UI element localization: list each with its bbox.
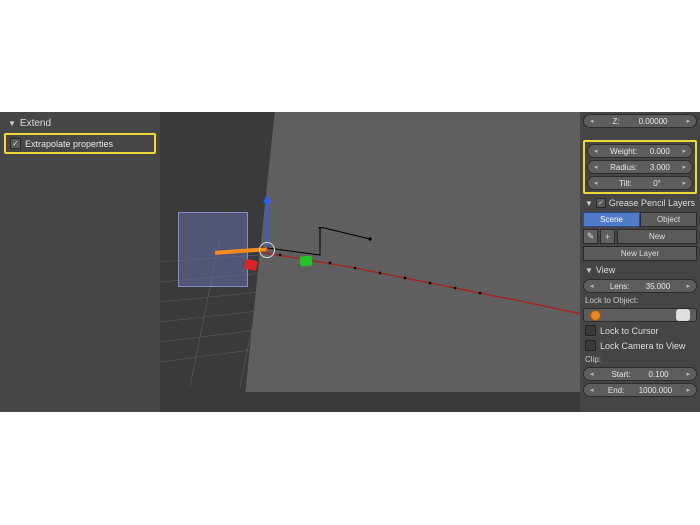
z-value: 0.00000 [639, 117, 668, 126]
lock-to-cursor-row[interactable]: Lock to Cursor [583, 324, 697, 337]
app-window: ▼ Extend ✓ Extrapolate properties [0, 112, 700, 412]
grease-pencil-header[interactable]: ▼ ✓ Grease Pencil Layers [583, 196, 697, 210]
operator-panel: ▼ Extend ✓ Extrapolate properties [0, 112, 160, 412]
check-icon: ✓ [12, 139, 19, 148]
new-layer-button[interactable]: New Layer [583, 246, 697, 261]
3d-viewport[interactable] [160, 112, 580, 412]
extrapolate-label: Extrapolate properties [25, 139, 113, 149]
view-header[interactable]: ▼ View [583, 263, 697, 277]
add-icon-button[interactable]: + [600, 229, 615, 244]
weight-value: 0.000 [650, 147, 670, 156]
weight-field[interactable]: ◂ Weight: 0.000 ▸ [587, 144, 693, 158]
grease-source-row: Scene Object [583, 212, 697, 227]
point-properties-highlight: ◂ Weight: 0.000 ▸ ◂ Radius: 3.000 ▸ ◂ Ti… [583, 140, 697, 194]
plus-icon: + [605, 232, 610, 242]
lock-to-object-label: Lock to Object: [583, 295, 697, 306]
tilt-field[interactable]: ◂ Tilt: 0° ▸ [587, 176, 693, 190]
lock-cursor-label: Lock to Cursor [600, 326, 659, 336]
chevron-right-icon: ▸ [686, 117, 690, 125]
start-label: Start: [611, 370, 630, 379]
properties-panel: ◂ Z: 0.00000 ▸ ◂ Weight: 0.000 ▸ ◂ Radiu… [580, 112, 700, 412]
weight-label: Weight: [610, 147, 637, 156]
gizmo-green-handle[interactable] [300, 255, 313, 266]
lock-camera-label: Lock Camera to View [600, 341, 685, 351]
object-button[interactable]: Object [640, 212, 697, 227]
end-value: 1000.000 [639, 386, 672, 395]
pencil-icon: ✎ [587, 231, 595, 242]
extend-label: Extend [20, 118, 51, 129]
lock-camera-checkbox[interactable] [585, 340, 596, 351]
radius-field[interactable]: ◂ Radius: 3.000 ▸ [587, 160, 693, 174]
scene-button[interactable]: Scene [583, 212, 640, 227]
lens-label: Lens: [610, 282, 630, 291]
chevron-down-icon: ▼ [8, 119, 16, 128]
z-label: Z: [612, 117, 619, 126]
lock-object-field[interactable]: 🖌 [583, 308, 697, 322]
radius-value: 3.000 [650, 163, 670, 172]
lock-cursor-checkbox[interactable] [585, 325, 596, 336]
radius-label: Radius: [610, 163, 637, 172]
3d-cursor [257, 240, 277, 260]
pencil-icon-button[interactable]: ✎ [583, 229, 598, 244]
end-label: End: [608, 386, 624, 395]
extend-header[interactable]: ▼ Extend [4, 116, 156, 131]
lens-value: 35.000 [646, 282, 670, 291]
grease-label: Grease Pencil Layers [609, 198, 695, 208]
start-value: 0.100 [649, 370, 669, 379]
path-curve [260, 227, 580, 337]
z-field[interactable]: ◂ Z: 0.00000 ▸ [583, 114, 697, 128]
grease-checkbox[interactable]: ✓ [596, 198, 606, 208]
object-icon [590, 310, 601, 321]
clip-start-field[interactable]: ◂ Start: 0.100 ▸ [583, 367, 697, 381]
new-button[interactable]: New [617, 229, 697, 244]
extrapolate-option-highlight: ✓ Extrapolate properties [4, 133, 156, 154]
extrapolate-checkbox[interactable]: ✓ [10, 138, 21, 149]
eyedropper-icon[interactable]: 🖌 [676, 309, 690, 321]
gizmo-red-handle[interactable] [244, 259, 258, 271]
view-label: View [596, 265, 615, 275]
lens-field[interactable]: ◂ Lens: 35.000 ▸ [583, 279, 697, 293]
clip-end-field[interactable]: ◂ End: 1000.000 ▸ [583, 383, 697, 397]
tilt-label: Tilt: [619, 179, 632, 188]
chevron-down-icon: ▼ [585, 266, 593, 275]
chevron-left-icon: ◂ [590, 117, 594, 125]
lock-camera-row[interactable]: Lock Camera to View [583, 339, 697, 352]
chevron-down-icon: ▼ [585, 199, 593, 208]
tilt-value: 0° [653, 179, 661, 188]
clip-label: Clip: [583, 354, 697, 365]
